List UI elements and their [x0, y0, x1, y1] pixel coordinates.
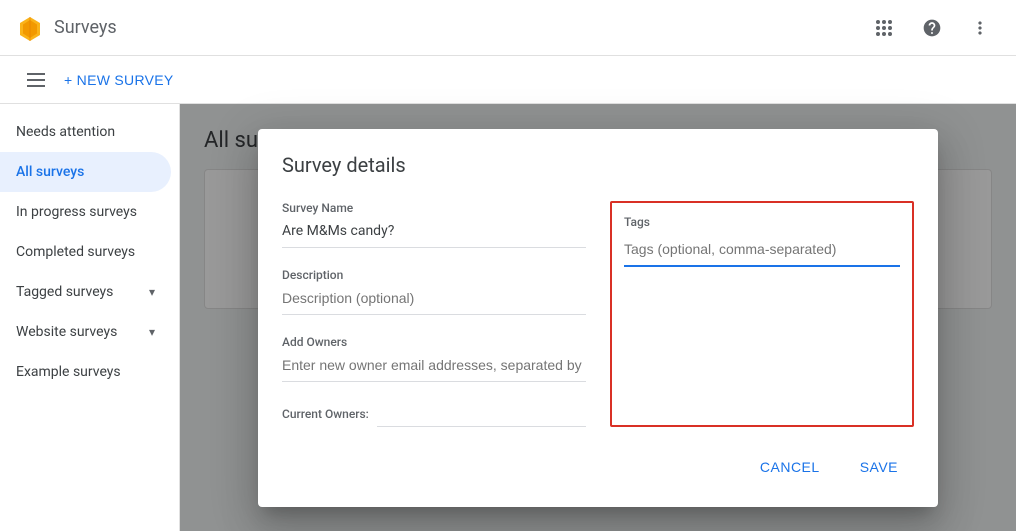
sidebar-item-label: In progress surveys — [16, 204, 137, 220]
sidebar-item-tagged[interactable]: Tagged surveys ▾ — [0, 272, 171, 312]
sidebar-item-label: Example surveys — [16, 364, 121, 380]
add-owners-input[interactable] — [282, 353, 586, 382]
survey-details-dialog: Survey details Survey Name Are M&Ms cand… — [258, 129, 938, 507]
cancel-button[interactable]: CANCEL — [744, 451, 836, 483]
sidebar-item-completed[interactable]: Completed surveys — [0, 232, 171, 272]
grid-apps-button[interactable] — [864, 8, 904, 48]
dialog-left-column: Survey Name Are M&Ms candy? Description … — [282, 201, 586, 427]
logo-area: Surveys — [16, 14, 117, 42]
sub-header: + NEW SURVEY — [0, 56, 1016, 104]
grid-apps-icon — [876, 20, 892, 36]
top-header: Surveys — [0, 0, 1016, 56]
dialog-right-column: Tags — [610, 201, 914, 427]
current-owners-row: Current Owners: — [282, 402, 586, 427]
sidebar-item-example[interactable]: Example surveys — [0, 352, 171, 392]
more-options-button[interactable] — [960, 8, 1000, 48]
survey-name-value: Are M&Ms candy? — [282, 219, 586, 248]
add-owners-label: Add Owners — [282, 335, 586, 349]
sidebar-item-label: Completed surveys — [16, 244, 135, 260]
chevron-down-icon: ▾ — [149, 325, 155, 339]
add-owners-field-group: Add Owners — [282, 335, 586, 382]
sidebar-item-needs-attention[interactable]: Needs attention — [0, 112, 171, 152]
main-layout: Needs attention All surveys In progress … — [0, 104, 1016, 531]
sidebar-item-all-surveys[interactable]: All surveys — [0, 152, 171, 192]
sidebar: Needs attention All surveys In progress … — [0, 104, 180, 531]
sidebar-item-label: Needs attention — [16, 124, 115, 140]
tags-label: Tags — [624, 215, 900, 229]
tags-container: Tags — [610, 201, 914, 427]
survey-name-field-group: Survey Name Are M&Ms candy? — [282, 201, 586, 248]
help-icon — [922, 18, 942, 38]
current-owners-input[interactable] — [377, 402, 586, 427]
more-vert-icon — [970, 18, 990, 38]
sidebar-item-website[interactable]: Website surveys ▾ — [0, 312, 171, 352]
description-input[interactable] — [282, 286, 586, 315]
sidebar-item-label: Website surveys — [16, 324, 117, 340]
current-owners-label: Current Owners: — [282, 407, 369, 421]
hamburger-menu-button[interactable] — [16, 60, 56, 100]
dialog-title: Survey details — [282, 153, 914, 177]
dialog-overlay: Survey details Survey Name Are M&Ms cand… — [180, 104, 1016, 531]
sidebar-item-label: Tagged surveys — [16, 284, 113, 300]
content-area: All surveys Survey details Survey Name A… — [180, 104, 1016, 531]
sidebar-item-in-progress[interactable]: In progress surveys — [0, 192, 171, 232]
app-title: Surveys — [54, 17, 117, 38]
tags-input[interactable] — [624, 237, 900, 267]
save-button[interactable]: SAVE — [844, 451, 914, 483]
hamburger-icon — [27, 73, 45, 87]
header-right — [864, 8, 1000, 48]
dialog-body: Survey Name Are M&Ms candy? Description … — [282, 201, 914, 427]
help-button[interactable] — [912, 8, 952, 48]
description-label: Description — [282, 268, 586, 282]
chevron-down-icon: ▾ — [149, 285, 155, 299]
dialog-actions: CANCEL SAVE — [282, 451, 914, 483]
description-field-group: Description — [282, 268, 586, 315]
logo-icon — [16, 14, 44, 42]
new-survey-button[interactable]: + NEW SURVEY — [64, 72, 174, 88]
survey-name-label: Survey Name — [282, 201, 586, 215]
sidebar-item-label: All surveys — [16, 164, 84, 180]
